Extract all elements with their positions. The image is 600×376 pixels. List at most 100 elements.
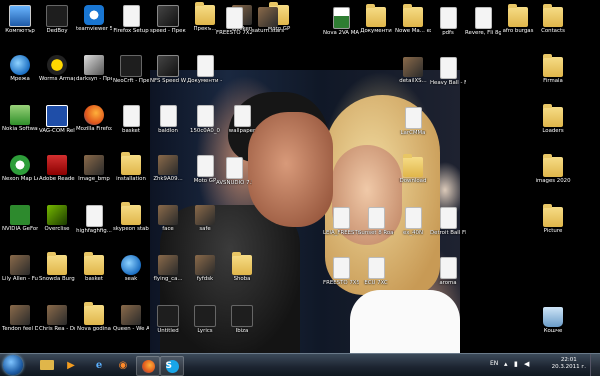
desktop-right-icon-8[interactable]: Contacts xyxy=(535,4,571,46)
desktop-right-icon-6[interactable]: Revere, Fli 8g xyxy=(465,6,501,46)
desktop-icon-3[interactable]: Firefox Setup xyxy=(113,4,149,44)
desktop-icon-23[interactable]: Image_bmp xyxy=(76,154,112,194)
desktop-right-icon-23[interactable]: ECU 7XC xyxy=(358,256,394,296)
desktop-icon-34[interactable]: Snowda Burgas xyxy=(39,252,75,294)
language-indicator[interactable]: EN xyxy=(490,360,498,367)
desktop-icon-15[interactable]: VAG-COM Release 409.1 xyxy=(39,104,75,144)
desktop-icon-45[interactable]: Lyrics xyxy=(187,304,223,344)
desktop-right-icon-20[interactable]: Detroit Ball FLIOR 100 xyxy=(430,206,466,246)
desktop-icon-19[interactable]: 150c0A0_0 xyxy=(187,104,223,144)
desktop-right-icon-19[interactable]: ex_40N xyxy=(395,206,431,246)
desktop-icon-16[interactable]: Mozilla Firefox 4... xyxy=(76,104,112,144)
desktop-icon-14[interactable]: Nokia Software xyxy=(2,104,38,144)
desktop-icon-label: Queen - We Are The C... xyxy=(113,326,149,332)
desktop-icon-label: Документи - Прекъ xyxy=(187,78,223,84)
explorer-taskbar-icon[interactable] xyxy=(36,356,58,374)
show-desktop-button[interactable] xyxy=(590,354,600,376)
volume-icon[interactable]: ◀ xyxy=(524,361,531,368)
doc-icon xyxy=(439,207,457,229)
desktop-right-icon-3[interactable]: Документи xyxy=(358,4,394,46)
folder-icon xyxy=(366,4,386,27)
desktop-icon-30[interactable]: skypeon stable xyxy=(113,202,149,244)
desktop-icon-4[interactable]: speed - Прекъ xyxy=(150,4,186,44)
desktop-icon-25[interactable]: Zhk9A09... xyxy=(150,154,186,194)
desktop-icon-37[interactable]: flying_ca... xyxy=(150,254,186,294)
network-icon[interactable]: ▮ xyxy=(514,361,521,368)
desktop-icon-label: images 2020 xyxy=(535,178,571,184)
desktop-icon-12[interactable]: NFS Speed World xyxy=(150,54,186,94)
photo-icon xyxy=(158,255,178,275)
desktop-icon-18[interactable]: baldlon xyxy=(150,104,186,144)
desktop-right-icon-4[interactable]: Nowe Ma... ex Burgas xyxy=(395,4,431,46)
clock[interactable]: 22:01 20.3.2011 г. xyxy=(552,357,586,371)
desktop-right-icon-5[interactable]: pdfs xyxy=(430,6,466,46)
desktop-icon-8[interactable]: Мрежа xyxy=(2,54,38,94)
desktop-icon-20[interactable]: wallpaper xyxy=(224,104,260,144)
desktop-right-icon-0[interactable]: FREESTO 7X22 CSS... xyxy=(216,6,252,46)
desktop-right-icon-7[interactable]: afro burgas xyxy=(500,4,536,46)
nexon-icon xyxy=(10,155,30,175)
media-player-taskbar-icon[interactable]: ▶ xyxy=(60,356,82,374)
desktop-icon-label: Image_bmp xyxy=(78,176,110,182)
desktop-icon-40[interactable]: Tendon feel Dj Jerry - Mo... xyxy=(2,304,38,344)
desktop-icon-label: Heavy Ball - Flight Ball xyxy=(430,80,466,86)
desktop-right-icon-10[interactable]: Heavy Ball - Flight Ball xyxy=(430,56,466,96)
skype-taskbar-icon[interactable]: S xyxy=(160,356,184,376)
desktop-right-icon-9[interactable]: detailXS... xyxy=(395,56,431,96)
desktop-icon-46[interactable]: Ibiza xyxy=(224,304,260,344)
desktop-right-icon-18[interactable]: Sunset 8 Road xyxy=(358,206,394,246)
desktop-right-icon-24[interactable]: aroma xyxy=(430,256,466,296)
show-hidden-icons[interactable]: ▴ xyxy=(504,361,511,368)
desktop-right-icon-25[interactable]: Кошче xyxy=(535,306,571,346)
desktop-right-icon-15[interactable]: Download xyxy=(395,154,431,196)
desktop-right-icon-13[interactable]: Loaders xyxy=(535,104,571,146)
folder-icon xyxy=(121,152,141,175)
desktop-icon-35[interactable]: basket xyxy=(76,252,112,294)
desktop-icon-31[interactable]: face xyxy=(150,204,186,244)
desktop-right-icon-12[interactable]: LarCMMa xyxy=(395,106,431,146)
desktop-icon-27[interactable]: NVIDIA GeForce Exp... xyxy=(2,204,38,244)
desktop-icon-41[interactable]: Chris Rea - Driving ... xyxy=(39,304,75,344)
desktop-icon-39[interactable]: Shoba xyxy=(224,252,260,294)
desktop-right-icon-1[interactable]: saturn.stars xyxy=(250,6,286,46)
darksyn-icon xyxy=(84,55,104,75)
folder-icon xyxy=(543,154,563,177)
desktop-icon-33[interactable]: Lily Allen - Fuck You xyxy=(2,254,38,294)
desktop-icon-29[interactable]: highfaghfig... xyxy=(76,204,112,244)
desktop-right-icon-22[interactable]: FREESTO 7XSN CUP AUS xyxy=(323,256,359,296)
desktop-icon-13[interactable]: Документи - Прекъ xyxy=(187,54,223,94)
desktop-right-icon-16[interactable]: images 2020 xyxy=(535,154,571,196)
desktop-right-icon-21[interactable]: Picture xyxy=(535,204,571,246)
desktop-icon-28[interactable]: Overclise xyxy=(39,204,75,244)
desktop-icon-32[interactable]: safe xyxy=(187,204,223,244)
desktop-icon-2[interactable]: teamviewer 5 xyxy=(76,4,112,44)
desktop-icon-43[interactable]: Queen - We Are The C... xyxy=(113,304,149,344)
desktop-icon-42[interactable]: Nova godina xyxy=(76,302,112,344)
play-icon: ▶ xyxy=(67,359,75,371)
desktop-icon-38[interactable]: fyfdsk xyxy=(187,254,223,294)
windows-media-taskbar-icon[interactable]: ◉ xyxy=(112,356,134,374)
desktop-icon-44[interactable]: Untitled xyxy=(150,304,186,344)
desktop-right-icon-2[interactable]: Nova 2VA MASL RESET xyxy=(323,6,359,46)
start-button[interactable] xyxy=(3,355,23,375)
desktop-icon-11[interactable]: NeoCrft - Прекъ xyxy=(113,54,149,94)
desktop-right-icon-14[interactable]: AVSNUDIO 7.5 CSS xyxy=(216,156,252,196)
desktop-icon-9[interactable]: Worms Armageddon xyxy=(39,54,75,94)
desktop-icon-21[interactable]: Nexon Map Leader xyxy=(2,154,38,194)
desktop-icon-22[interactable]: Adobe Reader 9 xyxy=(39,154,75,194)
desktop-right-icon-11[interactable]: Firmala xyxy=(535,54,571,96)
desktop-icon-36[interactable]: seak xyxy=(113,254,149,294)
clock-date: 20.3.2011 г. xyxy=(551,364,586,370)
photo-icon xyxy=(403,57,423,77)
desktop-icon-label: Adobe Reader 9 xyxy=(39,176,75,182)
desktop-icon-0[interactable]: Компютър xyxy=(2,4,38,44)
desktop-right-icon-17[interactable]: LEIA_FREESTO 7XCSS2 xyxy=(323,206,359,246)
desktop-icon-label: Contacts xyxy=(541,28,565,34)
desktop-icon-24[interactable]: installation xyxy=(113,152,149,194)
desktop-icon-17[interactable]: basket xyxy=(113,104,149,144)
desktop-icon-1[interactable]: DedBoy xyxy=(39,4,75,44)
desktop-icon-label: FREESTO 7X22 CSS... xyxy=(216,30,252,36)
firefox-taskbar-icon[interactable] xyxy=(136,356,160,376)
internet-explorer-taskbar-icon[interactable]: e xyxy=(88,356,110,374)
desktop-icon-10[interactable]: darksyn - Прекъ xyxy=(76,54,112,94)
